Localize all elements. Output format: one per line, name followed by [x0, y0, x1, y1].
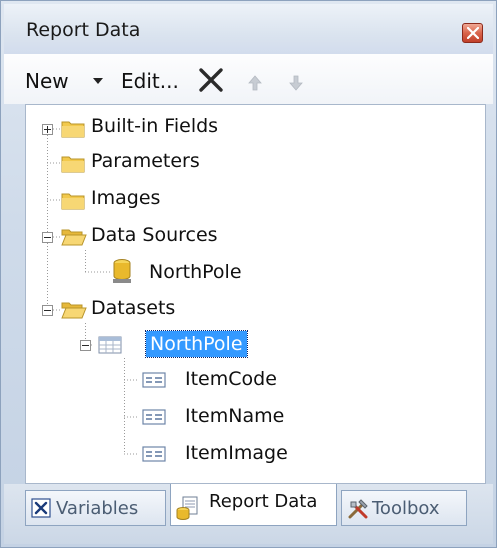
tree-node-field[interactable]: ItemName [185, 405, 284, 427]
variables-icon [31, 498, 51, 518]
window-title: Report Data [26, 19, 141, 41]
tab-variables[interactable]: Variables [25, 490, 166, 526]
tab-strip: Variables Report Data Toolbox [4, 484, 493, 544]
field-icon [142, 446, 166, 462]
tree-node-field[interactable]: ItemImage [185, 442, 288, 464]
table-icon [98, 336, 122, 354]
tree-node-data-sources[interactable]: Data Sources [91, 224, 218, 246]
tree-node-dataset-northpole[interactable]: NorthPole [145, 330, 248, 358]
folder-icon [61, 121, 85, 138]
collapse-data-sources-toggle[interactable] [42, 232, 53, 243]
database-icon [113, 259, 131, 283]
title-bar[interactable]: Report Data [4, 4, 493, 55]
close-button[interactable] [462, 23, 483, 43]
field-icon [142, 372, 166, 388]
tab-toolbox-label: Toolbox [372, 498, 440, 519]
close-icon [467, 27, 479, 39]
collapse-dataset-northpole-toggle[interactable] [80, 340, 91, 351]
toolbox-icon [348, 499, 368, 519]
open-folder-icon [61, 229, 87, 246]
move-down-icon[interactable] [288, 75, 304, 91]
delete-icon[interactable] [198, 67, 224, 93]
tree-node-images[interactable]: Images [91, 187, 160, 209]
new-dropdown-caret-icon[interactable] [93, 78, 103, 84]
expand-built-in-fields-toggle[interactable] [42, 124, 53, 135]
new-button[interactable]: New [25, 69, 69, 93]
collapse-datasets-toggle[interactable] [42, 305, 53, 316]
field-icon [142, 409, 166, 425]
tree-node-built-in-fields[interactable]: Built-in Fields [91, 115, 218, 137]
tab-toolbox[interactable]: Toolbox [341, 490, 467, 526]
tree-view[interactable]: Built-in Fields Parameters Images Data S… [25, 104, 486, 484]
tree-node-data-source-northpole[interactable]: NorthPole [149, 261, 242, 283]
tree-node-field[interactable]: ItemCode [185, 368, 277, 390]
tree-node-parameters[interactable]: Parameters [91, 150, 200, 172]
folder-icon [61, 156, 85, 173]
tab-variables-label: Variables [56, 498, 139, 519]
folder-icon [61, 193, 85, 210]
edit-button[interactable]: Edit... [121, 69, 179, 93]
tree-node-datasets[interactable]: Datasets [91, 297, 175, 319]
tab-report-data-label: Report Data [209, 491, 318, 512]
open-folder-icon [61, 302, 87, 319]
report-data-window: Report Data New Edit... Built-in Fields … [0, 0, 497, 548]
tab-report-data[interactable]: Report Data [170, 484, 337, 526]
report-data-icon [176, 496, 198, 520]
move-up-icon[interactable] [247, 75, 263, 91]
